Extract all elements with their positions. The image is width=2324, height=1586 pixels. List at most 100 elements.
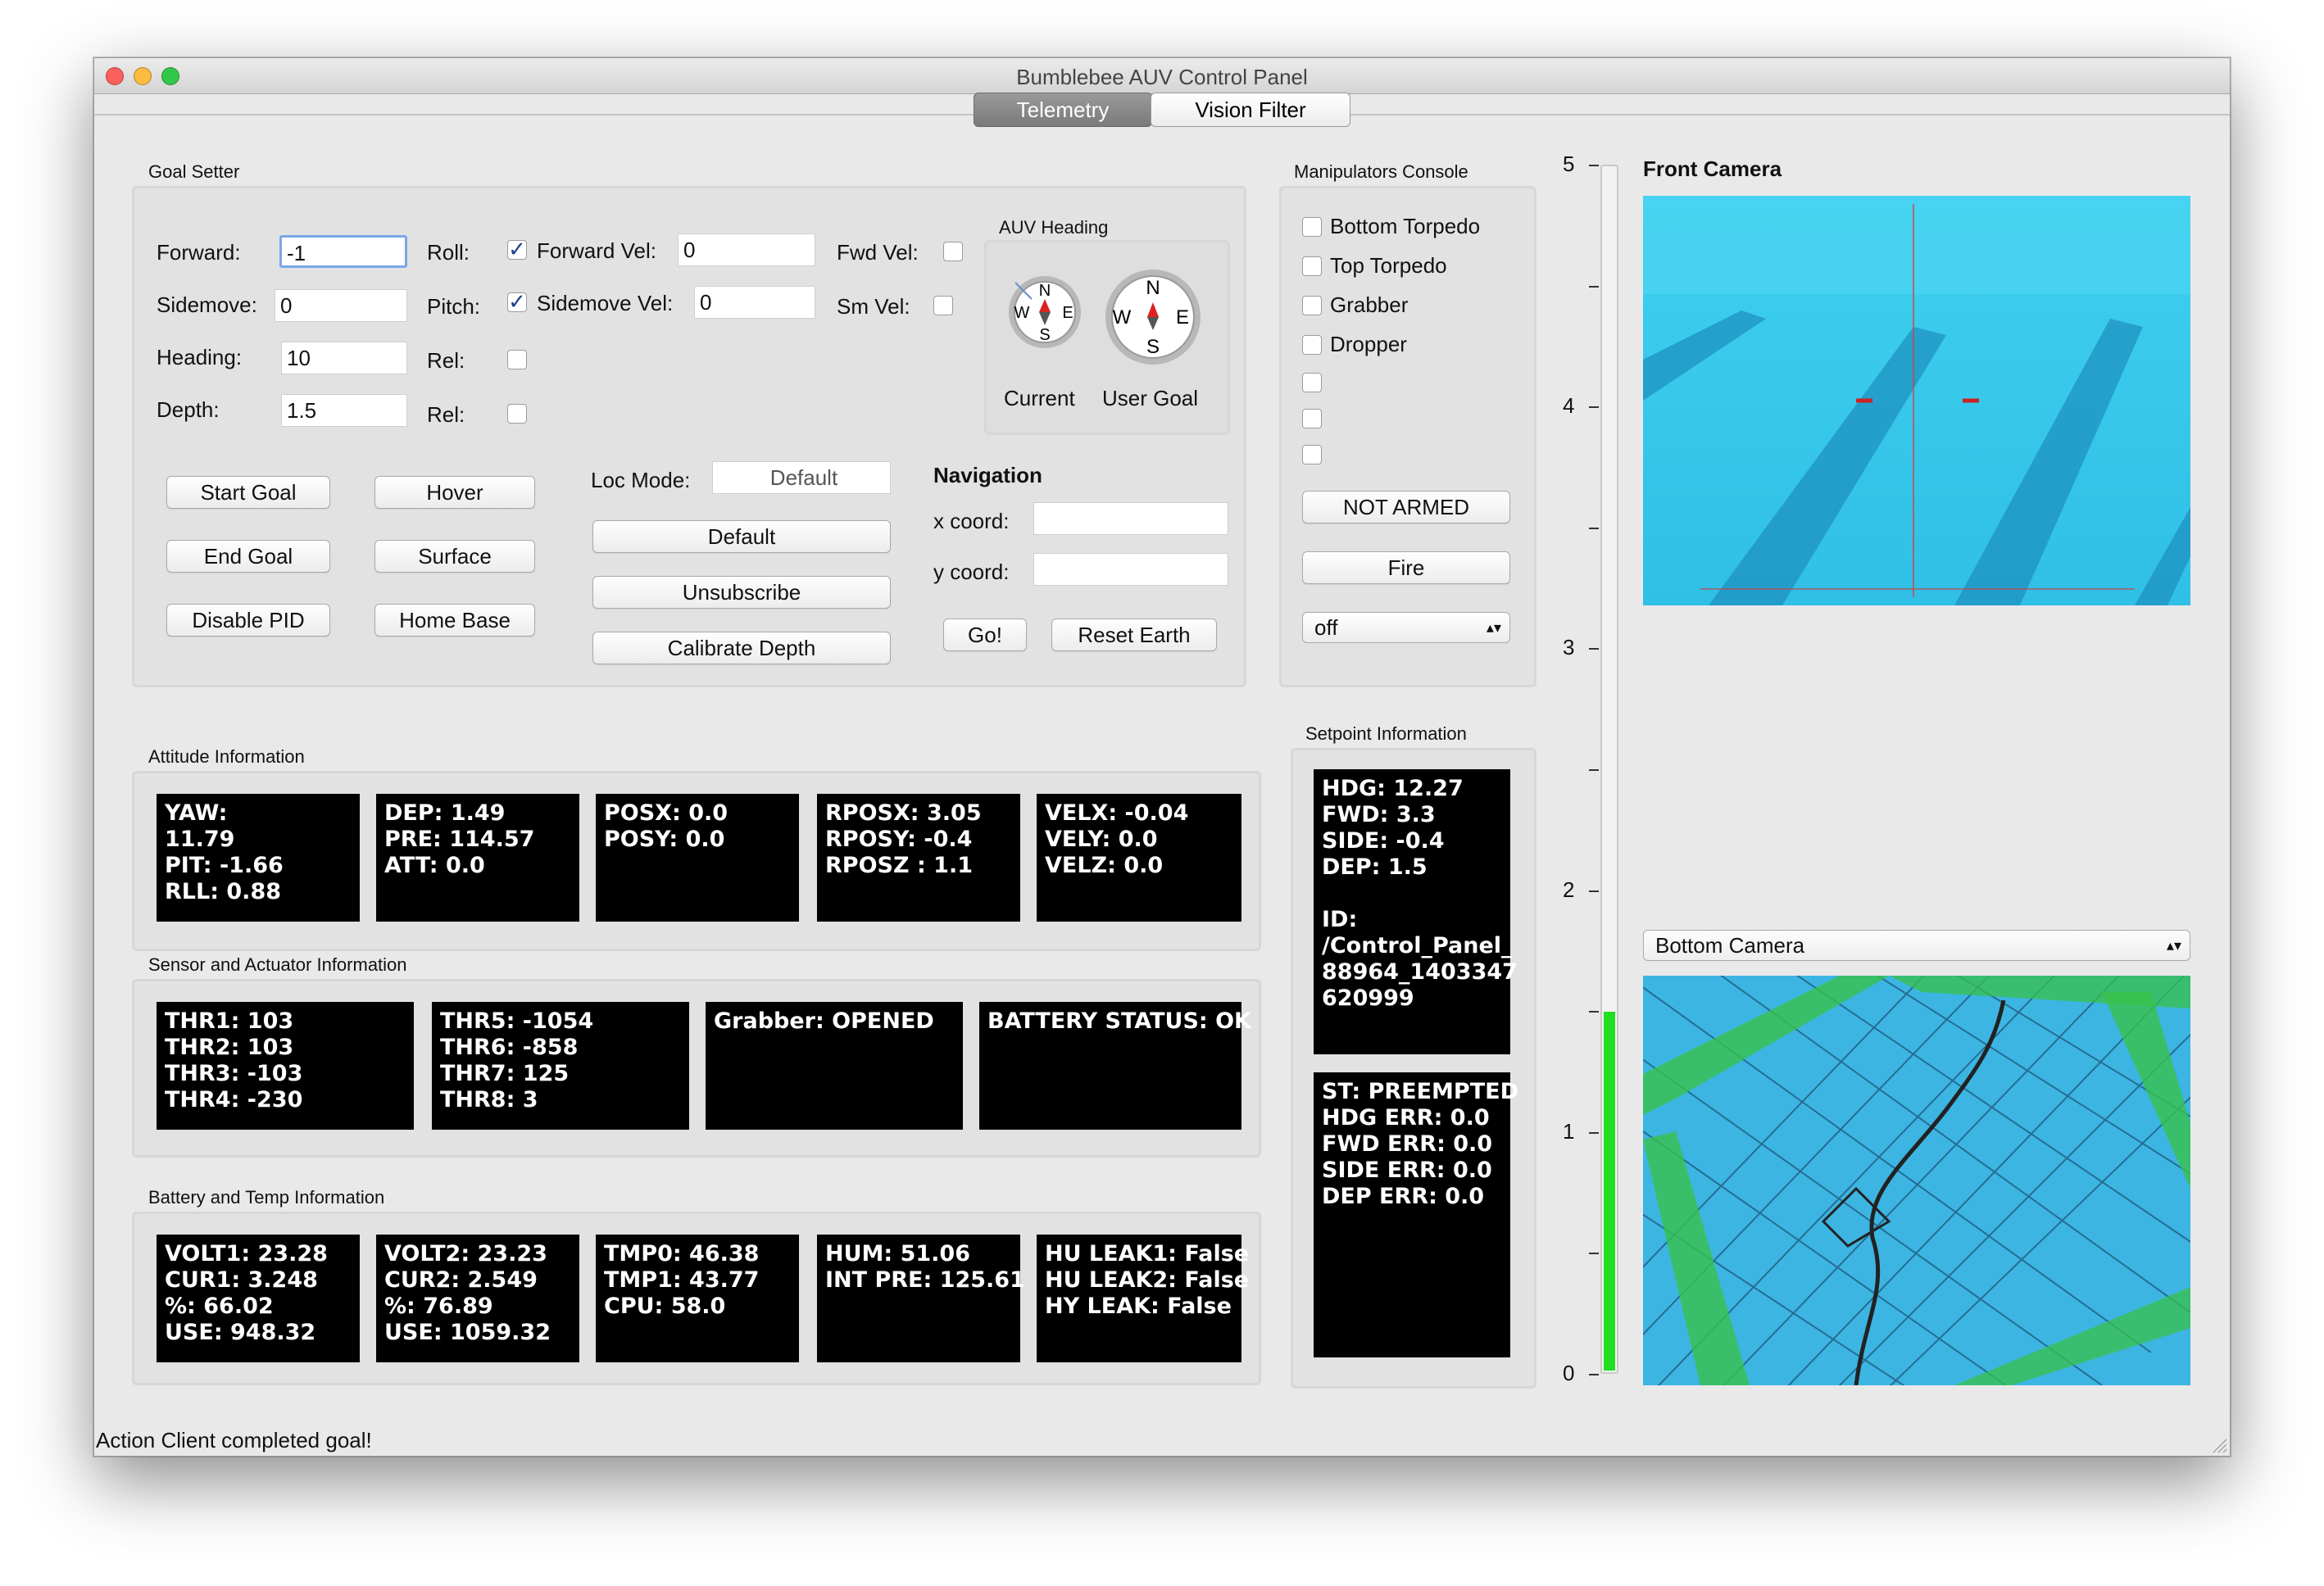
- compass-n: N: [1146, 277, 1160, 299]
- attitude-title: Attitude Information: [148, 746, 305, 767]
- disable-pid-button[interactable]: Disable PID: [166, 604, 330, 637]
- depth-label: Depth:: [157, 397, 220, 422]
- forward-vel-checkbox[interactable]: ✓: [507, 238, 527, 260]
- info-line: THR2: 103: [165, 1035, 294, 1060]
- start-goal-button[interactable]: Start Goal: [166, 476, 330, 509]
- default-button[interactable]: Default: [592, 520, 891, 553]
- sensor-info-box: BATTERY STATUS: OK: [979, 1002, 1251, 1130]
- sidemove-input[interactable]: 0: [275, 289, 407, 322]
- x-coord-label: x coord:: [933, 509, 1010, 533]
- forward-label: Forward:: [157, 240, 241, 265]
- depth-gauge-tick: [1589, 1011, 1599, 1013]
- home-base-button[interactable]: Home Base: [374, 604, 535, 637]
- info-line: PIT: -1.66: [165, 853, 284, 878]
- unsubscribe-button[interactable]: Unsubscribe: [592, 576, 891, 609]
- manipulator-checkbox-6[interactable]: [1302, 409, 1322, 428]
- fwd-vel-checkbox[interactable]: [943, 242, 963, 261]
- current-label: Current: [1004, 386, 1075, 410]
- heading-rel-checkbox[interactable]: [507, 350, 527, 369]
- app-window: Bumblebee AUV Control Panel Telemetry Vi…: [93, 57, 2231, 1457]
- compass-e: E: [1062, 304, 1073, 322]
- sensor-info-box: THR5: -1054 THR6: -858 THR7: 125 THR8: 3: [432, 1002, 689, 1130]
- go-button[interactable]: Go!: [943, 619, 1027, 651]
- sensor-info-box: THR1: 103 THR2: 103 THR3: -103 THR4: -230: [157, 1002, 414, 1130]
- info-line: INT PRE: 125.61: [825, 1267, 1025, 1293]
- hover-button[interactable]: Hover: [374, 476, 535, 509]
- y-coord-label: y coord:: [933, 560, 1010, 584]
- fire-button[interactable]: Fire: [1302, 551, 1510, 584]
- heading-input[interactable]: 10: [281, 342, 407, 374]
- depth-gauge: [1600, 165, 1618, 1374]
- heading-label: Heading:: [157, 345, 243, 369]
- depth-gauge-tick: [1589, 890, 1599, 892]
- reset-earth-button[interactable]: Reset Earth: [1051, 619, 1217, 651]
- info-line: %: 76.89: [384, 1294, 493, 1319]
- info-line: BATTERY STATUS: OK: [987, 1008, 1251, 1034]
- bottom-torpedo-checkbox[interactable]: [1302, 217, 1322, 237]
- navigation-title: Navigation: [933, 463, 1042, 487]
- forward-input[interactable]: -1: [279, 235, 407, 268]
- info-line: ID:: [1322, 907, 1358, 932]
- x-coord-input[interactable]: [1033, 502, 1228, 535]
- forward-vel-input[interactable]: 0: [678, 233, 815, 266]
- battery-info-box: VOLT2: 23.23 CUR2: 2.549%: 76.89 USE: 1059…: [376, 1235, 579, 1362]
- info-line: 11.79: [165, 827, 235, 852]
- info-line: HY LEAK: False: [1045, 1294, 1232, 1319]
- depth-rel-checkbox[interactable]: [507, 404, 527, 424]
- depth-gauge-tick: [1589, 285, 1599, 288]
- info-line: 620999: [1322, 986, 1414, 1011]
- calibrate-depth-button[interactable]: Calibrate Depth: [592, 632, 891, 664]
- tab-vision-filter[interactable]: Vision Filter: [1151, 93, 1350, 127]
- tab-telemetry[interactable]: Telemetry: [974, 93, 1152, 127]
- info-line: USE: 1059.32: [384, 1320, 551, 1345]
- bottom-camera-select[interactable]: Bottom Camera ▴▾: [1643, 930, 2190, 961]
- grabber-checkbox[interactable]: [1302, 296, 1322, 315]
- sidemove-vel-checkbox[interactable]: ✓: [507, 291, 527, 312]
- sensor-title: Sensor and Actuator Information: [148, 954, 407, 975]
- info-line: HDG: 12.27: [1322, 776, 1464, 801]
- info-line: ATT: 0.0: [384, 853, 485, 878]
- bottom-camera-feed: [1643, 976, 2190, 1385]
- info-line: THR6: -858: [440, 1035, 579, 1060]
- end-goal-button[interactable]: End Goal: [166, 540, 330, 573]
- info-line: THR4: -230: [165, 1087, 303, 1112]
- depth-gauge-tick: [1589, 1374, 1599, 1375]
- info-line: CPU: 58.0: [604, 1294, 726, 1319]
- battery-info-box: HUM: 51.06 INT PRE: 125.61: [817, 1235, 1025, 1362]
- info-line: PRE: 114.57: [384, 827, 535, 852]
- dropper-checkbox[interactable]: [1302, 335, 1322, 355]
- front-camera-feed: [1643, 196, 2190, 605]
- y-coord-input[interactable]: [1033, 553, 1228, 586]
- not-armed-button[interactable]: NOT ARMED: [1302, 491, 1510, 523]
- pitch-label: Pitch:: [427, 294, 481, 319]
- attitude-info-box: DEP: 1.49 PRE: 114.57 ATT: 0.0: [376, 794, 579, 922]
- depth-gauge-tick-label: 3: [1563, 635, 1575, 660]
- attitude-info-box: VELX: -0.04 VELY: 0.0 VELZ: 0.0: [1037, 794, 1241, 922]
- info-line: CUR1: 3.248: [165, 1267, 318, 1293]
- bottom-torpedo-label: Bottom Torpedo: [1330, 214, 1481, 238]
- depth-input[interactable]: 1.5: [281, 394, 407, 427]
- info-line: POSY: 0.0: [604, 827, 725, 852]
- info-line: RPOSX: 3.05: [825, 800, 982, 826]
- info-line: HUM: 51.06: [825, 1241, 970, 1267]
- rel-label: Rel:: [427, 348, 465, 373]
- resize-grip-icon[interactable]: [2210, 1436, 2228, 1454]
- info-line: Grabber: OPENED: [714, 1008, 934, 1034]
- setpoint-info-box: HDG: 12.27 FWD: 3.3 SIDE: -0.4 DEP: 1.5 ID: /…: [1314, 769, 1518, 1054]
- depth-gauge-tick: [1589, 769, 1599, 771]
- battery-info-box: TMP0: 46.38 TMP1: 43.77 CPU: 58.0: [596, 1235, 799, 1362]
- top-torpedo-checkbox[interactable]: [1302, 256, 1322, 276]
- sensor-info-box: Grabber: OPENED: [706, 1002, 963, 1130]
- sidemove-vel-input[interactable]: 0: [694, 286, 815, 319]
- sm-vel-checkbox[interactable]: [933, 296, 953, 315]
- surface-button[interactable]: Surface: [374, 540, 535, 573]
- manipulator-checkbox-5[interactable]: [1302, 373, 1322, 392]
- compass-w: W: [1014, 304, 1030, 322]
- bottom-camera-select-value: Bottom Camera: [1655, 933, 1805, 958]
- manipulator-mode-select[interactable]: off ▴▾: [1302, 612, 1510, 643]
- info-line: THR7: 125: [440, 1061, 570, 1086]
- manipulators-title: Manipulators Console: [1294, 161, 1468, 182]
- info-line: VELZ: 0.0: [1045, 853, 1164, 878]
- manipulator-checkbox-7[interactable]: [1302, 445, 1322, 464]
- setpoint-info-box: ST: PREEMPTED HDG ERR: 0.0 FWD ERR: 0.0 SID…: [1314, 1072, 1518, 1357]
